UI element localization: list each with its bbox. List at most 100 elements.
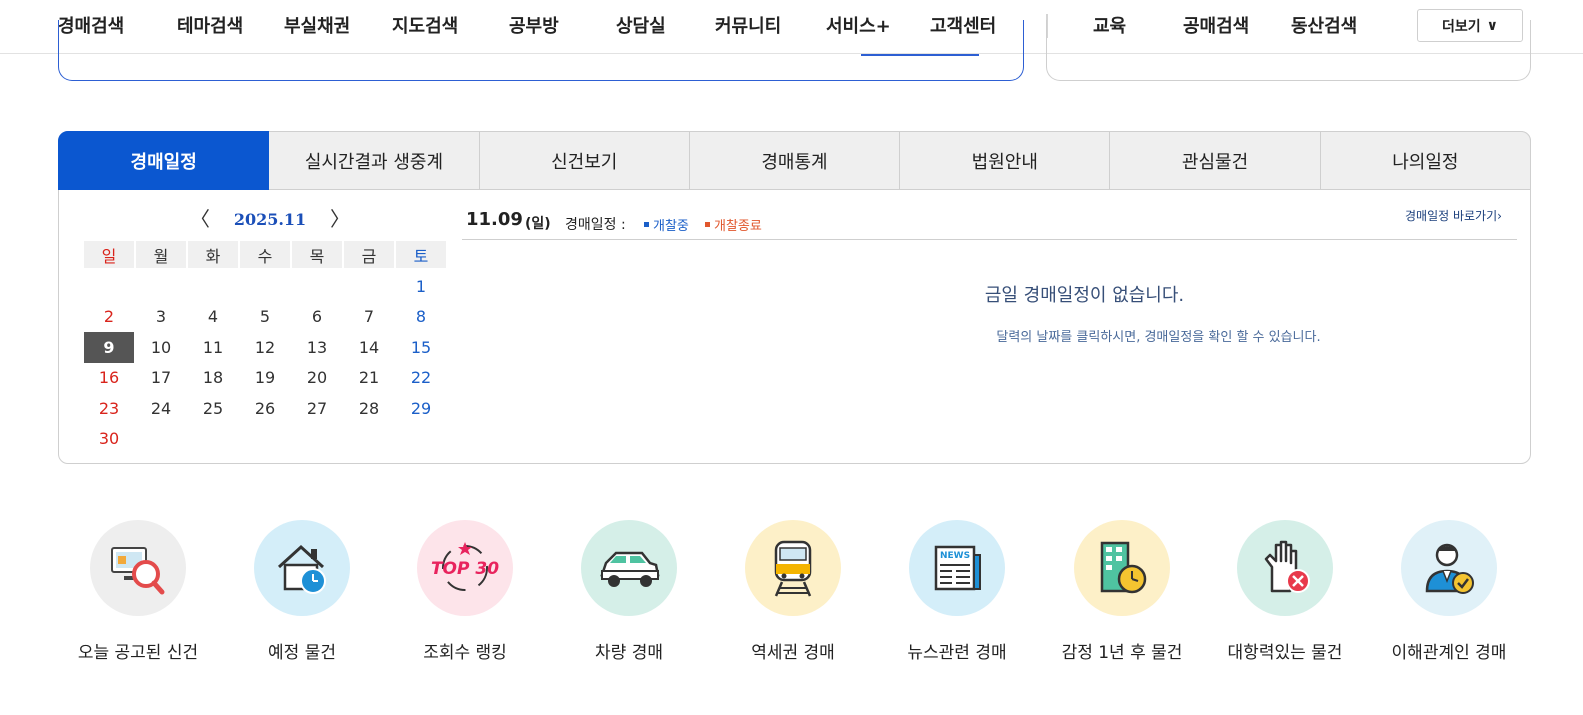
side-box — [1046, 20, 1531, 81]
quick-menu-label: 뉴스관련 경매 — [907, 643, 1007, 663]
calendar-week: 2345678 — [84, 302, 448, 333]
quick-menu-label: 대항력있는 물건 — [1227, 643, 1343, 663]
weekday-header: 화 — [188, 241, 238, 268]
quick-menu-label: 감정 1년 후 물건 — [1061, 643, 1183, 663]
legend-closed-label: 개찰종료 — [714, 219, 762, 234]
quick-menu-label: 역세권 경매 — [751, 643, 835, 663]
legend-closed-square-icon — [705, 222, 710, 227]
calendar-day[interactable]: 3 — [136, 302, 186, 333]
building-clock-icon — [1074, 520, 1170, 616]
tab-new-items[interactable]: 신건보기 — [479, 131, 690, 190]
calendar-day[interactable]: 8 — [396, 302, 446, 333]
quick-menu-label: 조회수 랭킹 — [423, 643, 507, 663]
calendar-empty-cell — [136, 424, 186, 455]
calendar-day[interactable]: 24 — [136, 393, 186, 424]
weekday-header: 수 — [240, 241, 290, 268]
calendar-day[interactable]: 13 — [292, 332, 342, 363]
tab-court-guide[interactable]: 법원안내 — [900, 131, 1111, 190]
tab-auction-schedule[interactable]: 경매일정 — [58, 131, 270, 190]
prev-month-icon[interactable]: 〈 — [190, 209, 210, 229]
calendar-day[interactable]: 27 — [292, 393, 342, 424]
tab-my-schedule[interactable]: 나의일정 — [1320, 131, 1531, 190]
search-button-edge[interactable] — [861, 54, 979, 56]
legend-open-square-icon — [644, 222, 649, 227]
train-icon — [745, 520, 841, 616]
news-text: NEWS — [940, 551, 970, 561]
schedule-date: 11.09 — [466, 209, 523, 230]
next-month-icon[interactable]: 〉 — [330, 209, 350, 229]
person-check-icon — [1401, 520, 1497, 616]
calendar-day[interactable]: 21 — [344, 363, 394, 394]
calendar-day[interactable]: 15 — [396, 332, 446, 363]
tab-auction-stats[interactable]: 경매통계 — [689, 131, 901, 190]
house-clock-icon — [254, 520, 350, 616]
calendar-week: 23 24 25 26 27 28 29 — [84, 393, 448, 424]
calendar-day[interactable]: 12 — [240, 332, 290, 363]
calendar-week: 16 17 18 19 20 21 22 — [84, 363, 448, 394]
quick-menu-item[interactable]: 예정 물건 — [227, 520, 377, 663]
calendar-day[interactable]: 7 — [344, 302, 394, 333]
quick-menu-item[interactable]: 역세권 경매 — [718, 520, 868, 663]
calendar-day[interactable]: 2 — [84, 302, 134, 333]
search-box — [58, 20, 1024, 81]
calendar-day[interactable]: 23 — [84, 393, 134, 424]
calendar-day[interactable]: 4 — [188, 302, 238, 333]
top30-text: TOP 30 — [431, 559, 499, 579]
calendar-day[interactable]: 19 — [240, 363, 290, 394]
calendar-day[interactable]: 17 — [136, 363, 186, 394]
calendar-day[interactable]: 26 — [240, 393, 290, 424]
quick-menu-item[interactable]: 감정 1년 후 물건 — [1047, 520, 1197, 663]
calendar-empty-cell — [292, 424, 342, 455]
quick-menu-item[interactable]: NEWS 뉴스관련 경매 — [882, 520, 1032, 663]
calendar-empty-cell — [188, 424, 238, 455]
quick-menu-label: 오늘 공고된 신건 — [77, 643, 199, 663]
calendar-week: 30 — [84, 424, 448, 455]
quick-menu-item[interactable]: 차량 경매 — [554, 520, 704, 663]
car-icon — [581, 520, 677, 616]
empty-schedule-title: 금일 경매일정이 없습니다. — [984, 285, 1185, 306]
tab-live-results[interactable]: 실시간결과 생중계 — [269, 131, 480, 190]
calendar-day[interactable]: 16 — [84, 363, 134, 394]
quick-menu-label: 이해관계인 경매 — [1391, 643, 1507, 663]
calendar-day[interactable]: 1 — [396, 271, 446, 302]
calendar-day[interactable]: 9 — [84, 332, 134, 363]
calendar-empty-cell — [136, 271, 186, 302]
calendar-empty-cell — [188, 271, 238, 302]
calendar-day[interactable]: 6 — [292, 302, 342, 333]
weekday-header: 토 — [396, 241, 446, 268]
calendar-empty-cell — [240, 271, 290, 302]
weekday-header: 월 — [136, 241, 186, 268]
calendar-empty-cell — [292, 271, 342, 302]
quick-menu-label: 차량 경매 — [595, 643, 663, 663]
tab-bar: 경매일정 실시간결과 생중계 신건보기 경매통계 법원안내 관심물건 나의일정 — [58, 131, 1531, 190]
quick-menu-item[interactable]: TOP 30 조회수 랭킹 — [390, 520, 540, 663]
calendar-month: 2025.11 — [233, 209, 307, 229]
calendar-day[interactable]: 10 — [136, 332, 186, 363]
calendar-day[interactable]: 11 — [188, 332, 238, 363]
calendar-day[interactable]: 30 — [84, 424, 134, 455]
tab-watchlist[interactable]: 관심물건 — [1110, 131, 1321, 190]
calendar-day[interactable]: 29 — [396, 393, 446, 424]
legend-open-label: 개찰중 — [653, 219, 689, 234]
weekday-header-row: 일월화수목금토 — [84, 241, 448, 268]
schedule-label: 경매일정 : — [565, 217, 626, 233]
calendar-day[interactable]: 14 — [344, 332, 394, 363]
calendar-empty-cell — [396, 424, 446, 455]
calendar-day[interactable]: 20 — [292, 363, 342, 394]
quick-menu-item[interactable]: 대항력있는 물건 — [1210, 520, 1360, 663]
calendar-empty-cell — [344, 271, 394, 302]
quick-menu-item[interactable]: 오늘 공고된 신건 — [63, 520, 213, 663]
calendar-grid: 일 월 화 수 목 금 토 1 2 3 4 5 6 7 8 9 10 11 12 13 14 15 16 17 18 19 20 21… — [84, 241, 448, 454]
calendar-day[interactable]: 5 — [240, 302, 290, 333]
legend-closed: 개찰종료 — [705, 215, 762, 234]
legend-open: 개찰중 — [644, 215, 689, 234]
quick-menu-item[interactable]: 이해관계인 경매 — [1374, 520, 1524, 663]
calendar-week: 1 — [84, 271, 448, 302]
schedule-weekday: (일) — [525, 216, 551, 232]
calendar-week: 9 10 11 12 13 14 15 — [84, 332, 448, 363]
calendar-day[interactable]: 18 — [188, 363, 238, 394]
schedule-goto-link[interactable]: 경매일정 바로가기› — [1405, 207, 1502, 224]
calendar-day[interactable]: 25 — [188, 393, 238, 424]
calendar-day[interactable]: 22 — [396, 363, 446, 394]
calendar-day[interactable]: 28 — [344, 393, 394, 424]
